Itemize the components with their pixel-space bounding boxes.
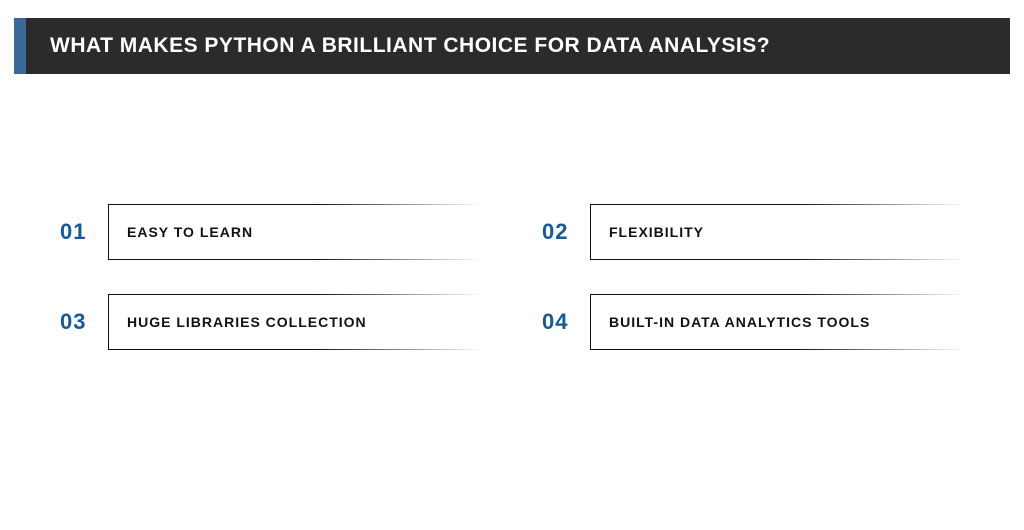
item-box: BUILT-IN DATA ANALYTICS TOOLS	[590, 294, 964, 350]
item-number: 03	[60, 294, 108, 350]
item-number: 02	[542, 204, 590, 260]
list-item: 04 BUILT-IN DATA ANALYTICS TOOLS	[542, 294, 964, 350]
header-bar: WHAT MAKES PYTHON A BRILLIANT CHOICE FOR…	[14, 18, 1010, 74]
list-item: 03 HUGE LIBRARIES COLLECTION	[60, 294, 482, 350]
item-box: EASY TO LEARN	[108, 204, 482, 260]
page-title: WHAT MAKES PYTHON A BRILLIANT CHOICE FOR…	[50, 34, 770, 58]
list-item: 01 EASY TO LEARN	[60, 204, 482, 260]
item-box: HUGE LIBRARIES COLLECTION	[108, 294, 482, 350]
item-number: 01	[60, 204, 108, 260]
item-label: BUILT-IN DATA ANALYTICS TOOLS	[609, 314, 870, 330]
item-label: HUGE LIBRARIES COLLECTION	[127, 314, 367, 330]
item-number: 04	[542, 294, 590, 350]
items-grid: 01 EASY TO LEARN 02 FLEXIBILITY 03 HUGE …	[0, 74, 1024, 350]
item-label: EASY TO LEARN	[127, 224, 253, 240]
list-item: 02 FLEXIBILITY	[542, 204, 964, 260]
accent-stripe	[14, 18, 26, 74]
item-label: FLEXIBILITY	[609, 224, 704, 240]
item-box: FLEXIBILITY	[590, 204, 964, 260]
header-content: WHAT MAKES PYTHON A BRILLIANT CHOICE FOR…	[26, 18, 1010, 74]
